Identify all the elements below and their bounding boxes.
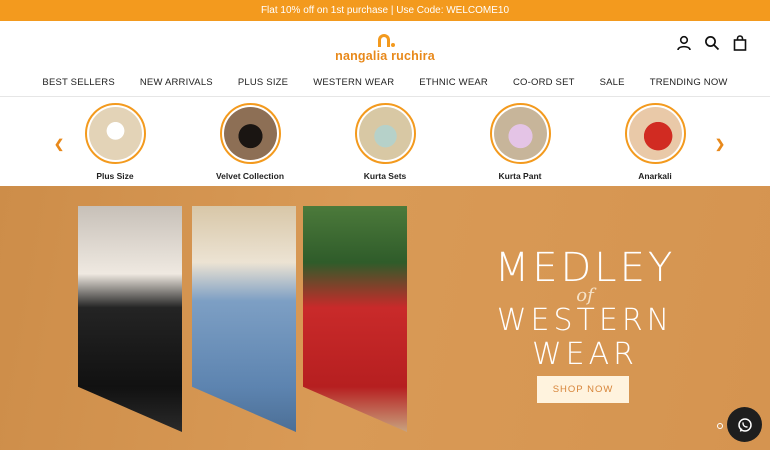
- chevron-left-icon[interactable]: ❮: [54, 137, 64, 151]
- category-image: [219, 103, 281, 164]
- category-carousel: ❮ Plus Size Velvet Collection Kurta Sets…: [0, 97, 770, 185]
- nav-western-wear[interactable]: WESTERN WEAR: [313, 77, 394, 88]
- category-kurta-pant[interactable]: Kurta Pant: [489, 103, 551, 185]
- category-label: Kurta Pant: [498, 171, 542, 181]
- nav-plus-size[interactable]: PLUS SIZE: [238, 77, 288, 88]
- cart-icon[interactable]: [732, 35, 748, 51]
- nav-co-ord-set[interactable]: CO-ORD SET: [513, 77, 575, 88]
- hero-banner[interactable]: MEDLEY of WESTERN WEAR SHOP NOW: [0, 186, 770, 450]
- whatsapp-chat-button[interactable]: [727, 407, 762, 442]
- hero-image-red-dress: [303, 206, 407, 432]
- category-label: Kurta Sets: [363, 171, 407, 181]
- announcement-text: Flat 10% off on 1st purchase | Use Code:…: [260, 5, 510, 16]
- logo[interactable]: nangalia ruchira: [335, 31, 435, 63]
- category-plus-size[interactable]: Plus Size: [84, 103, 146, 185]
- hero-title-line1: MEDLEY: [494, 245, 676, 291]
- site-header: nangalia ruchira: [0, 21, 770, 69]
- shop-now-button[interactable]: SHOP NOW: [537, 376, 629, 403]
- category-anarkali[interactable]: Anarkali: [624, 103, 686, 185]
- nav-trending-now[interactable]: TRENDING NOW: [650, 77, 728, 88]
- category-label: Plus Size: [96, 171, 134, 181]
- hero-headline: MEDLEY of WESTERN WEAR: [450, 248, 720, 372]
- chevron-right-icon[interactable]: ❯: [715, 137, 725, 151]
- announcement-bar: Flat 10% off on 1st purchase | Use Code:…: [0, 0, 770, 21]
- whatsapp-icon: [737, 417, 752, 432]
- category-image: [84, 103, 146, 164]
- hero-title-line2: WESTERN WEAR: [496, 303, 674, 372]
- main-nav: BEST SELLERS NEW ARRIVALS PLUS SIZE WEST…: [0, 69, 770, 97]
- category-image: [354, 103, 416, 164]
- category-kurta-sets[interactable]: Kurta Sets: [354, 103, 416, 185]
- search-icon[interactable]: [704, 35, 720, 51]
- category-label: Velvet Collection: [215, 171, 285, 181]
- category-image: [489, 103, 551, 164]
- hero-title-of: of: [576, 285, 594, 306]
- category-image: [624, 103, 686, 164]
- slide-indicator[interactable]: [717, 423, 723, 429]
- nav-new-arrivals[interactable]: NEW ARRIVALS: [140, 77, 213, 88]
- hero-image-blue-shirt: [192, 206, 296, 432]
- nav-sale[interactable]: SALE: [600, 77, 625, 88]
- account-icon[interactable]: [676, 35, 692, 51]
- logo-text: nangalia ruchira: [335, 49, 435, 63]
- nav-ethnic-wear[interactable]: ETHNIC WEAR: [419, 77, 488, 88]
- category-velvet-collection[interactable]: Velvet Collection: [216, 103, 284, 185]
- hero-image-black-dress: [78, 206, 182, 432]
- nav-best-sellers[interactable]: BEST SELLERS: [42, 77, 114, 88]
- logo-mark-icon: [375, 31, 395, 47]
- category-label: Anarkali: [638, 171, 672, 181]
